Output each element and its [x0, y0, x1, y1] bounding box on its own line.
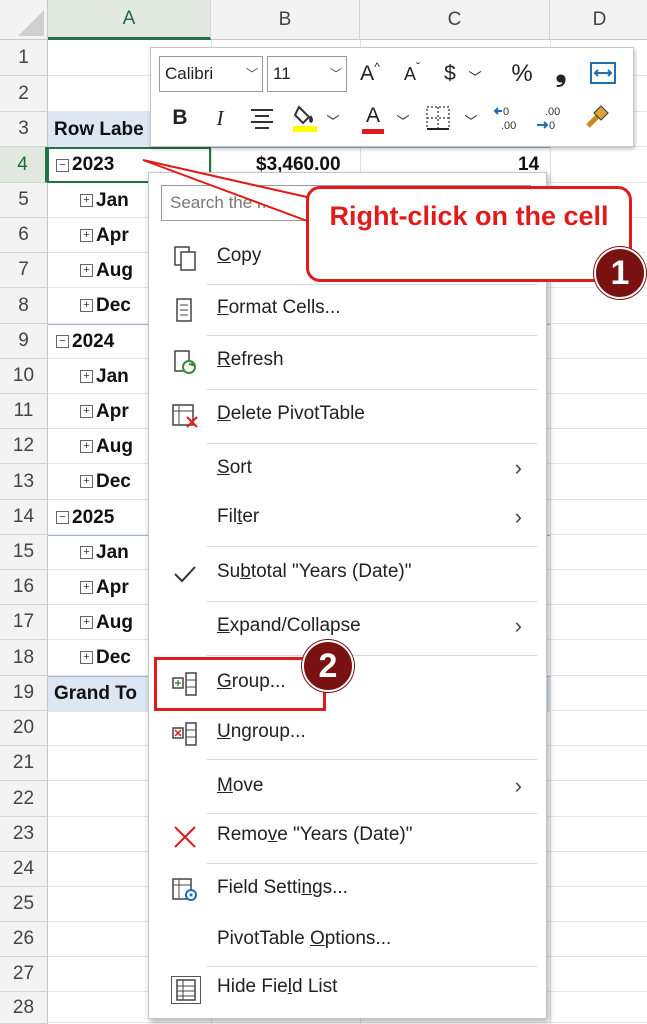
group-highlight-box [154, 657, 326, 711]
callout-pointer [142, 159, 322, 224]
step-badge-2: 2 [302, 640, 354, 692]
callout-right-click: Right-click on the cell [306, 186, 632, 282]
step-badge-1: 1 [594, 247, 646, 299]
